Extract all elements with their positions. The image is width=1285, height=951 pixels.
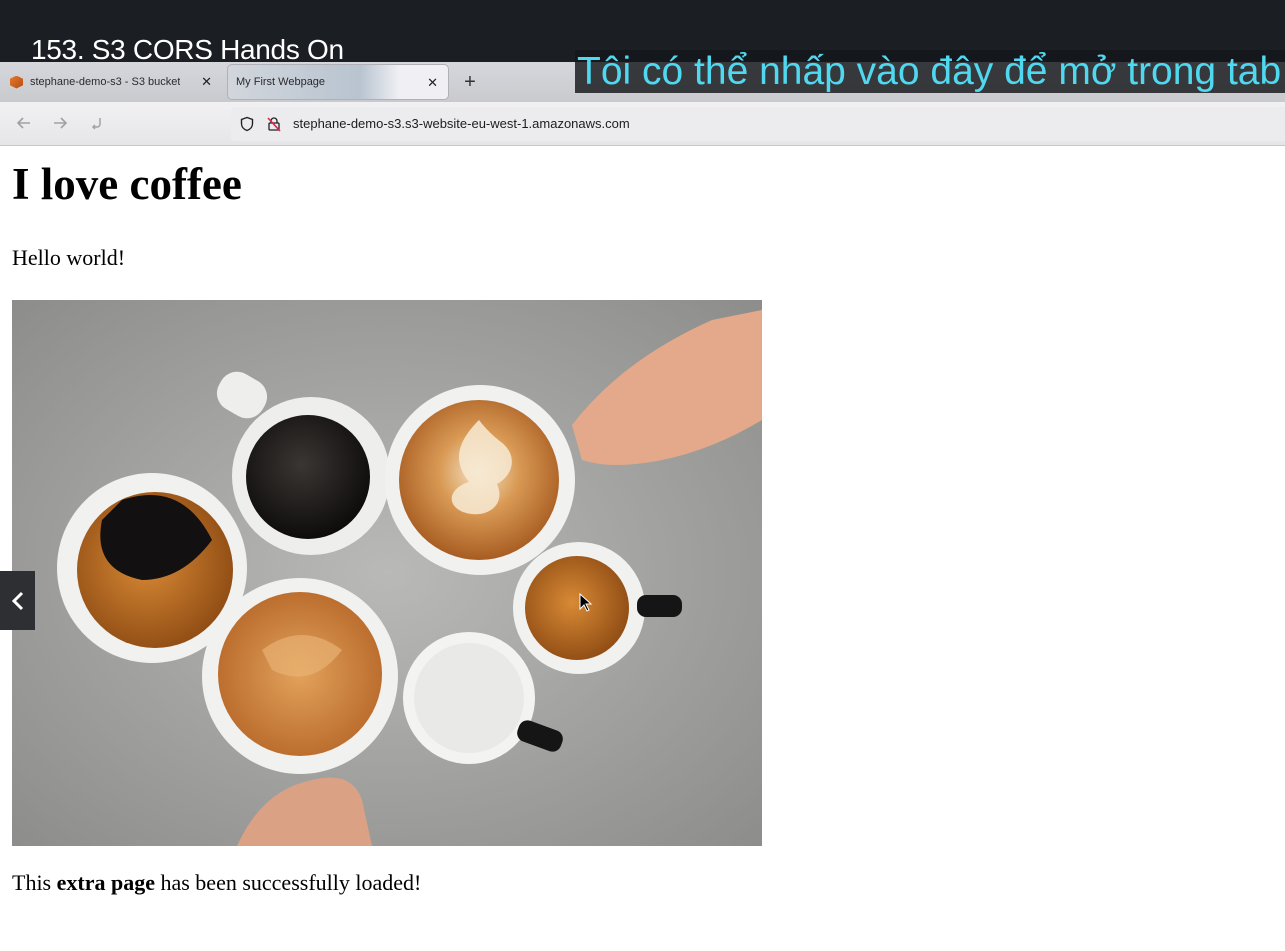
- forward-arrow-icon: [54, 117, 68, 129]
- back-button[interactable]: [14, 114, 34, 134]
- back-arrow-icon: [16, 117, 30, 129]
- new-tab-button[interactable]: +: [460, 70, 480, 94]
- hello-paragraph: Hello world!: [12, 245, 126, 270]
- forward-button[interactable]: [50, 114, 70, 134]
- insecure-lock-icon[interactable]: [266, 116, 282, 132]
- reload-button[interactable]: [87, 114, 107, 134]
- page-heading: I love coffee: [12, 159, 242, 209]
- chevron-left-icon: [11, 591, 23, 610]
- footer-suffix: has been successfully loaded!: [154, 870, 422, 895]
- shield-icon[interactable]: [239, 116, 255, 132]
- navigation-bar: stephane-demo-s3.s3-website-eu-west-1.am…: [0, 102, 1285, 146]
- subtitle-caption: Tôi có thể nhấp vào đây để mở trong tab: [575, 50, 1285, 93]
- tab-label: My First Webpage: [236, 76, 326, 88]
- video-title: 153. S3 CORS Hands On: [31, 34, 344, 62]
- video-previous-button[interactable]: [0, 571, 35, 630]
- footer-bold: extra page: [56, 870, 155, 895]
- url-bar[interactable]: stephane-demo-s3.s3-website-eu-west-1.am…: [231, 107, 1285, 141]
- mouse-cursor-icon: [579, 593, 593, 612]
- footer-prefix: This: [12, 870, 57, 895]
- close-icon[interactable]: ✕: [427, 75, 438, 91]
- tab-my-first-webpage[interactable]: My First Webpage ✕: [227, 64, 449, 100]
- coffee-cups-photo: [12, 300, 762, 846]
- footer-paragraph: This extra page has been successfully lo…: [12, 870, 421, 896]
- close-icon[interactable]: ✕: [201, 74, 212, 90]
- coffee-cups-image: [12, 300, 762, 846]
- url-text[interactable]: stephane-demo-s3.s3-website-eu-west-1.am…: [293, 116, 630, 131]
- tab-s3-bucket[interactable]: stephane-demo-s3 - S3 bucket ✕: [0, 64, 222, 100]
- reload-icon: [91, 118, 101, 130]
- aws-s3-bucket-icon: [10, 75, 23, 89]
- tab-label: stephane-demo-s3 - S3 bucket: [30, 76, 181, 88]
